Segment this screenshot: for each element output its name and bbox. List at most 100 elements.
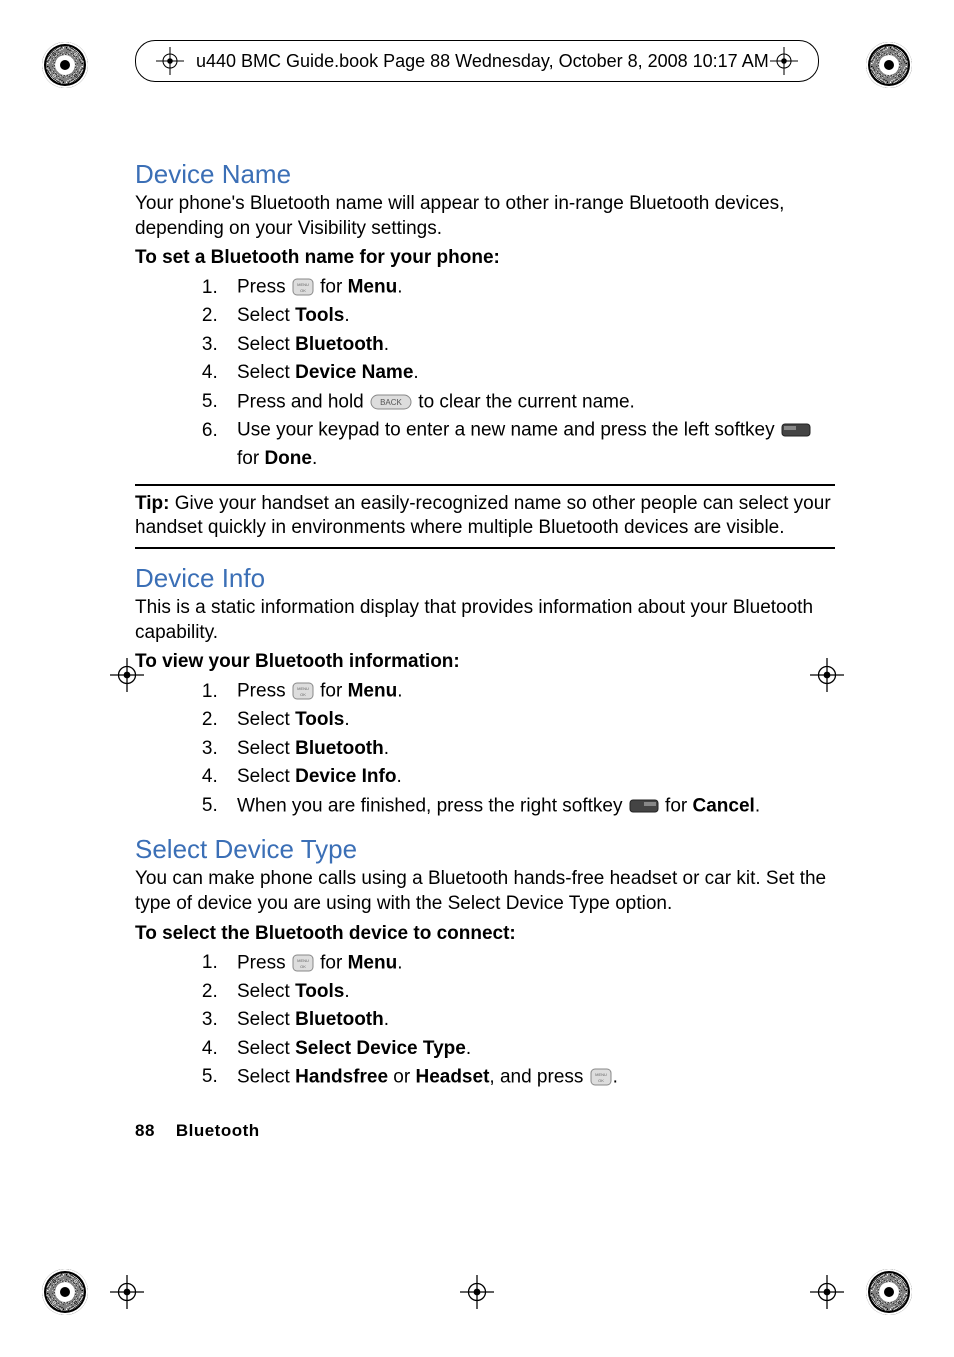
tip-text: Give your handset an easily-recognized n… xyxy=(135,493,831,539)
right-softkey-icon xyxy=(628,792,660,821)
step-bold: Select Device Type xyxy=(295,1038,466,1059)
step-text: . xyxy=(397,681,402,702)
step-text: . xyxy=(413,362,418,383)
step-text: Select xyxy=(237,362,295,383)
step: Press MENUOK for Menu. xyxy=(223,677,835,706)
step: Select Tools. xyxy=(223,302,835,331)
steps-select-device: Press MENUOK for Menu. Select Tools. Sel… xyxy=(135,949,835,1092)
step-bold: Bluetooth xyxy=(295,1009,384,1030)
step-bold: Handsfree xyxy=(295,1066,388,1087)
step-text: Select xyxy=(237,709,295,730)
step: Press and hold BACK to clear the current… xyxy=(223,388,835,417)
page-content: Device Name Your phone's Bluetooth name … xyxy=(135,145,835,1098)
step: When you are finished, press the right s… xyxy=(223,792,835,821)
svg-text:OK: OK xyxy=(300,288,306,293)
step-text: for xyxy=(315,277,348,298)
intro-device-name: Your phone's Bluetooth name will appear … xyxy=(135,192,835,241)
step-text: . xyxy=(344,709,349,730)
intro-device-info: This is a static information display tha… xyxy=(135,596,835,645)
heading-device-info: Device Info xyxy=(135,563,835,594)
step-text: . xyxy=(755,795,760,816)
registration-mark-icon xyxy=(460,1275,494,1309)
step: Select Tools. xyxy=(223,978,835,1007)
step-bold: Tools xyxy=(295,305,344,326)
step-bold: Headset xyxy=(415,1066,489,1087)
step-bold: Bluetooth xyxy=(295,738,384,759)
step-text: Use your keypad to enter a new name and … xyxy=(237,420,780,441)
crop-mark-icon xyxy=(866,42,912,88)
step-text: Select xyxy=(237,1066,295,1087)
step-text: for xyxy=(237,448,264,469)
svg-text:MENU: MENU xyxy=(595,1072,607,1077)
step-bold: Menu xyxy=(348,277,398,298)
svg-text:MENU: MENU xyxy=(297,282,309,287)
step-text: . xyxy=(396,766,401,787)
intro-select-device-type: You can make phone calls using a Bluetoo… xyxy=(135,867,835,916)
step-text: Select xyxy=(237,766,295,787)
step-text: Press xyxy=(237,952,291,973)
step-bold: Menu xyxy=(348,952,398,973)
step-bold: Device Name xyxy=(295,362,413,383)
subheading-view-bt-info: To view your Bluetooth information: xyxy=(135,651,835,673)
heading-select-device-type: Select Device Type xyxy=(135,834,835,865)
footer-section: Bluetooth xyxy=(176,1121,260,1140)
step-text: Press xyxy=(237,277,291,298)
svg-text:MENU: MENU xyxy=(297,958,309,963)
step: Select Bluetooth. xyxy=(223,331,835,360)
step-text: Select xyxy=(237,1009,295,1030)
step-bold: Tools xyxy=(295,981,344,1002)
step-text: , and press xyxy=(489,1066,588,1087)
step-text: . xyxy=(397,952,402,973)
step: Select Bluetooth. xyxy=(223,1006,835,1035)
svg-text:OK: OK xyxy=(300,692,306,697)
registration-mark-icon xyxy=(770,47,798,75)
step-bold: Bluetooth xyxy=(295,334,384,355)
header-text: u440 BMC Guide.book Page 88 Wednesday, O… xyxy=(196,51,769,72)
svg-text:MENU: MENU xyxy=(297,686,309,691)
menu-ok-key-icon: MENUOK xyxy=(589,1063,613,1092)
steps-device-name: Press MENUOK for Menu. Select Tools. Sel… xyxy=(135,273,835,473)
subheading-select-bt-device: To select the Bluetooth device to connec… xyxy=(135,923,835,945)
subheading-set-bt-name: To set a Bluetooth name for your phone: xyxy=(135,247,835,269)
step: Press MENUOK for Menu. xyxy=(223,273,835,302)
registration-mark-icon xyxy=(110,1275,144,1309)
heading-device-name: Device Name xyxy=(135,159,835,190)
step: Select Bluetooth. xyxy=(223,735,835,764)
step-text: Press xyxy=(237,681,291,702)
step-text: Press and hold xyxy=(237,391,369,412)
svg-text:OK: OK xyxy=(598,1078,604,1083)
step: Select Device Info. xyxy=(223,763,835,792)
step-text: . xyxy=(384,334,389,355)
step-text: Select xyxy=(237,738,295,759)
step-text: . xyxy=(466,1038,471,1059)
step-text: . xyxy=(344,981,349,1002)
step-text: to clear the current name. xyxy=(413,391,635,412)
svg-text:BACK: BACK xyxy=(380,398,402,407)
step: Select Handsfree or Headset, and press M… xyxy=(223,1063,835,1092)
step-text: When you are finished, press the right s… xyxy=(237,795,628,816)
step-bold: Menu xyxy=(348,681,398,702)
step: Press MENUOK for Menu. xyxy=(223,949,835,978)
step-text: Select xyxy=(237,334,295,355)
page: u440 BMC Guide.book Page 88 Wednesday, O… xyxy=(0,0,954,1357)
step-text: . xyxy=(344,305,349,326)
step: Select Tools. xyxy=(223,706,835,735)
back-key-icon: BACK xyxy=(369,388,413,417)
svg-text:OK: OK xyxy=(300,964,306,969)
menu-ok-key-icon: MENUOK xyxy=(291,273,315,302)
tip-box: Tip: Give your handset an easily-recogni… xyxy=(135,484,835,549)
step-text: or xyxy=(388,1066,415,1087)
step-text: . xyxy=(312,448,317,469)
page-footer: 88 Bluetooth xyxy=(135,1121,260,1141)
crop-mark-icon xyxy=(866,1269,912,1315)
step-bold: Cancel xyxy=(693,795,755,816)
step-text: . xyxy=(384,738,389,759)
crop-mark-icon xyxy=(42,1269,88,1315)
step-text: . xyxy=(384,1009,389,1030)
step-text: Select xyxy=(237,1038,295,1059)
menu-ok-key-icon: MENUOK xyxy=(291,949,315,978)
registration-mark-icon xyxy=(810,1275,844,1309)
menu-ok-key-icon: MENUOK xyxy=(291,677,315,706)
page-header: u440 BMC Guide.book Page 88 Wednesday, O… xyxy=(135,40,819,82)
left-softkey-icon xyxy=(780,416,812,445)
